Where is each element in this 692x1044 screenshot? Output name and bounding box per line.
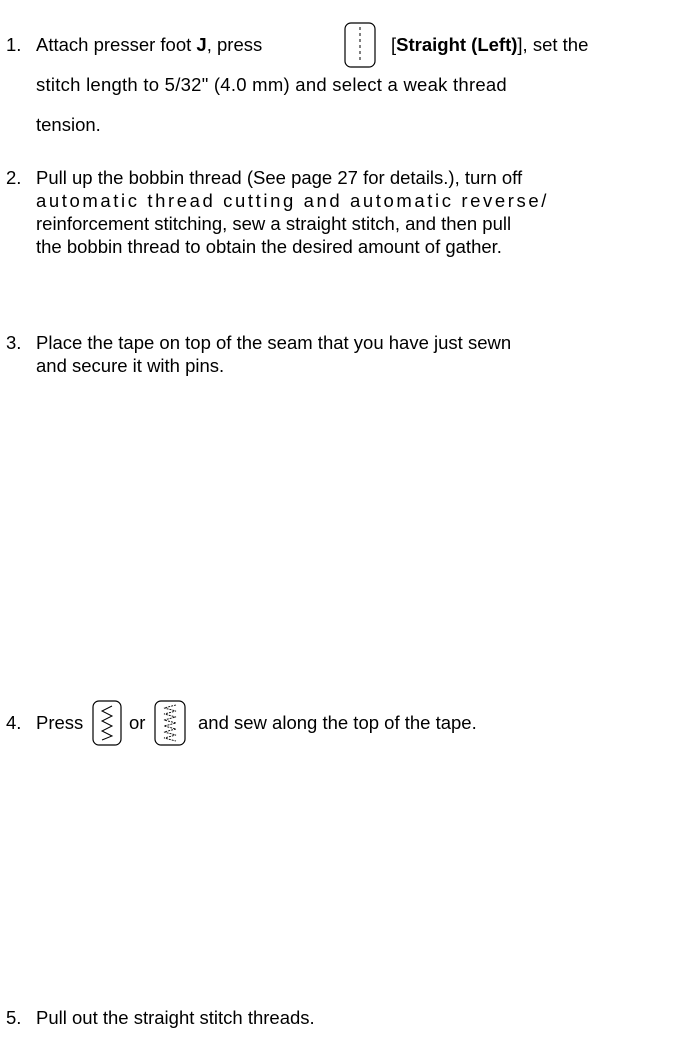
step-line: Press bbox=[36, 712, 84, 733]
step-text: ], set the bbox=[517, 34, 589, 55]
step-number: 4. bbox=[6, 712, 22, 733]
step-line: automatic thread cutting and automatic r… bbox=[36, 190, 549, 211]
step-line: Attach presser foot J, press bbox=[36, 34, 262, 56]
key-label: Straight (Left) bbox=[396, 34, 518, 55]
straight-stitch-left-key-icon bbox=[344, 22, 376, 68]
step-number: 2. bbox=[6, 167, 22, 188]
step-number: 3. bbox=[6, 332, 22, 353]
step-line: and secure it with pins. bbox=[36, 355, 225, 376]
step-line: Pull up the bobbin thread (See page 27 f… bbox=[36, 167, 523, 188]
step-line: Place the tape on top of the seam that y… bbox=[36, 332, 512, 353]
step-line: tension. bbox=[36, 114, 101, 135]
presser-foot-letter: J bbox=[196, 34, 207, 55]
multi-zigzag-stitch-key-icon bbox=[154, 700, 186, 746]
step-number: 5. bbox=[6, 1007, 22, 1028]
step-line: or bbox=[129, 712, 146, 733]
step-text: , press bbox=[206, 34, 263, 55]
step-line: and sew along the top of the tape. bbox=[198, 712, 477, 733]
step-line: stitch length to 5/32" (4.0 mm) and sele… bbox=[36, 74, 507, 95]
step-line: [Straight (Left)], set the bbox=[391, 34, 588, 56]
step-number: 1. bbox=[6, 34, 22, 55]
zigzag-stitch-key-icon bbox=[92, 700, 122, 746]
step-line: reinforcement stitching, sew a straight … bbox=[36, 213, 512, 234]
step-line: the bobbin thread to obtain the desired … bbox=[36, 236, 502, 257]
step-line: Pull out the straight stitch threads. bbox=[36, 1007, 315, 1028]
step-text: Attach presser foot bbox=[36, 34, 197, 55]
